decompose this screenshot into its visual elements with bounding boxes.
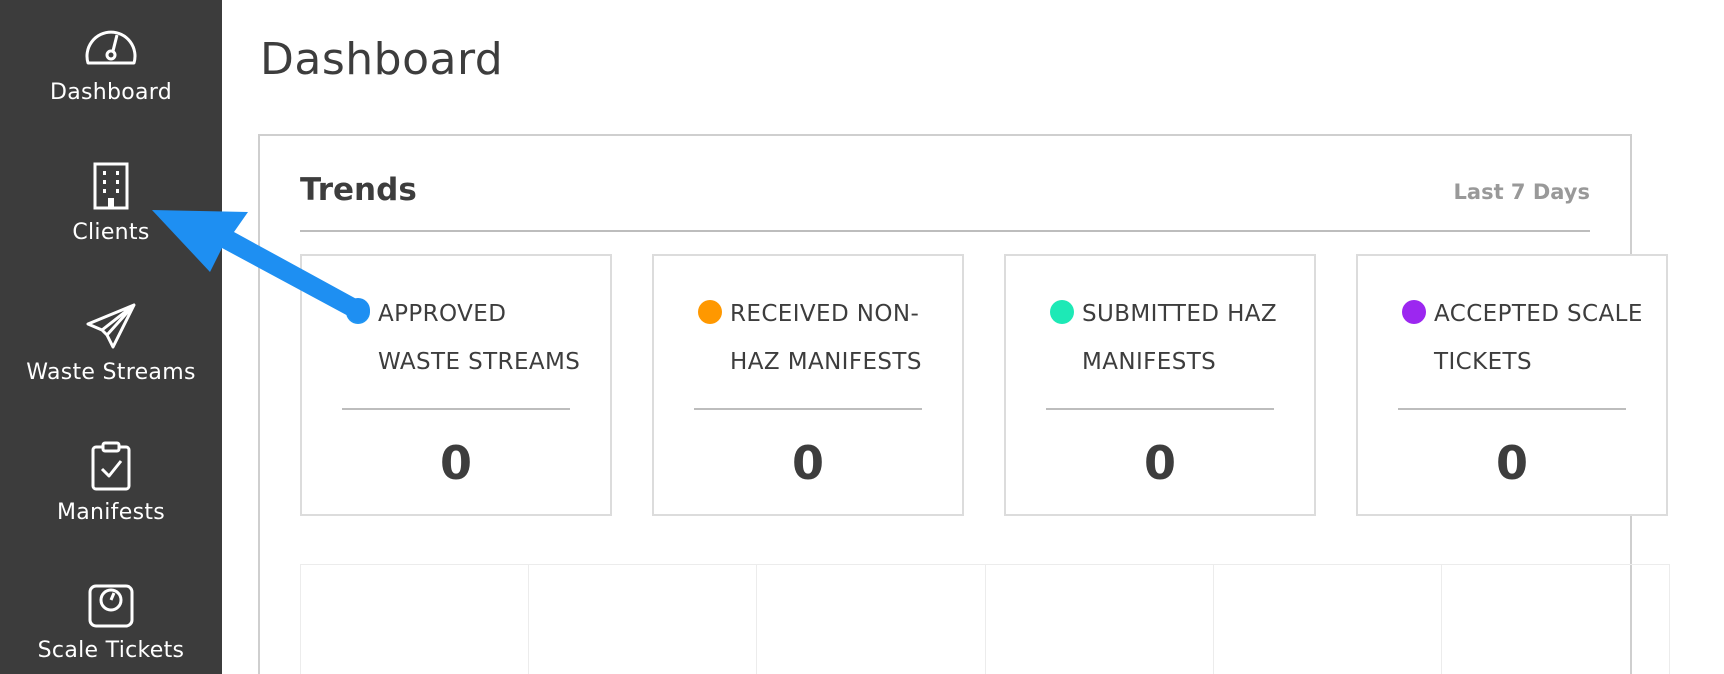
status-dot <box>1050 300 1074 324</box>
trend-card-approved-waste-streams[interactable]: Approved Waste Streams 0 <box>300 254 612 516</box>
card-value: 0 <box>1495 436 1528 490</box>
sidebar: Dashboard Clients Waste Streams Manifest… <box>0 0 222 674</box>
sidebar-item-waste-streams[interactable]: Waste Streams <box>0 300 222 385</box>
card-divider <box>342 408 570 410</box>
grid-column <box>757 565 986 674</box>
status-dot <box>698 300 722 324</box>
sidebar-item-manifests[interactable]: Manifests <box>0 440 222 525</box>
sidebar-item-scale-tickets[interactable]: Scale Tickets <box>0 578 222 663</box>
card-divider <box>694 408 922 410</box>
grid-column <box>1442 565 1671 674</box>
status-dot <box>346 300 370 324</box>
grid-column <box>301 565 530 674</box>
card-divider <box>1398 408 1626 410</box>
clipboard-check-icon <box>81 440 141 492</box>
trends-header: Trends Last 7 Days <box>300 172 1590 232</box>
card-label: Approved Waste Streams <box>378 301 581 375</box>
card-label: Submitted Haz Manifests <box>1082 301 1278 375</box>
status-dot <box>1402 300 1426 324</box>
card-divider <box>1046 408 1274 410</box>
card-value: 0 <box>439 436 472 490</box>
trends-chart-grid <box>300 564 1671 674</box>
trend-card-submitted-haz-manifests[interactable]: Submitted Haz Manifests 0 <box>1004 254 1316 516</box>
trend-card-received-non-haz-manifests[interactable]: Received Non-Haz Manifests 0 <box>652 254 964 516</box>
sidebar-item-dashboard[interactable]: Dashboard <box>0 20 222 105</box>
trend-card-accepted-scale-tickets[interactable]: Accepted Scale Tickets 0 <box>1356 254 1668 516</box>
page-title: Dashboard <box>260 34 504 85</box>
card-value: 0 <box>1143 436 1176 490</box>
card-value: 0 <box>791 436 824 490</box>
sidebar-item-label: Scale Tickets <box>37 638 185 663</box>
trends-title: Trends <box>300 172 417 208</box>
building-icon <box>81 160 141 212</box>
sidebar-item-label: Clients <box>72 220 150 245</box>
paper-plane-icon <box>81 300 141 352</box>
date-range-selector[interactable]: Last 7 Days <box>1454 180 1590 204</box>
sidebar-item-label: Dashboard <box>49 80 173 105</box>
sidebar-item-clients[interactable]: Clients <box>0 160 222 245</box>
sidebar-item-label: Waste Streams <box>26 360 196 385</box>
scale-icon <box>81 578 141 630</box>
card-label: Accepted Scale Tickets <box>1434 301 1643 375</box>
sidebar-item-label: Manifests <box>56 500 166 525</box>
card-label: Received Non-Haz Manifests <box>730 301 922 375</box>
speedometer-icon <box>81 20 141 72</box>
grid-column <box>986 565 1214 674</box>
grid-column <box>529 565 758 674</box>
main-content: Dashboard Trends Last 7 Days Approved Wa… <box>222 0 1724 674</box>
grid-column <box>1214 565 1442 674</box>
trends-panel: Trends Last 7 Days Approved Waste Stream… <box>258 134 1671 674</box>
